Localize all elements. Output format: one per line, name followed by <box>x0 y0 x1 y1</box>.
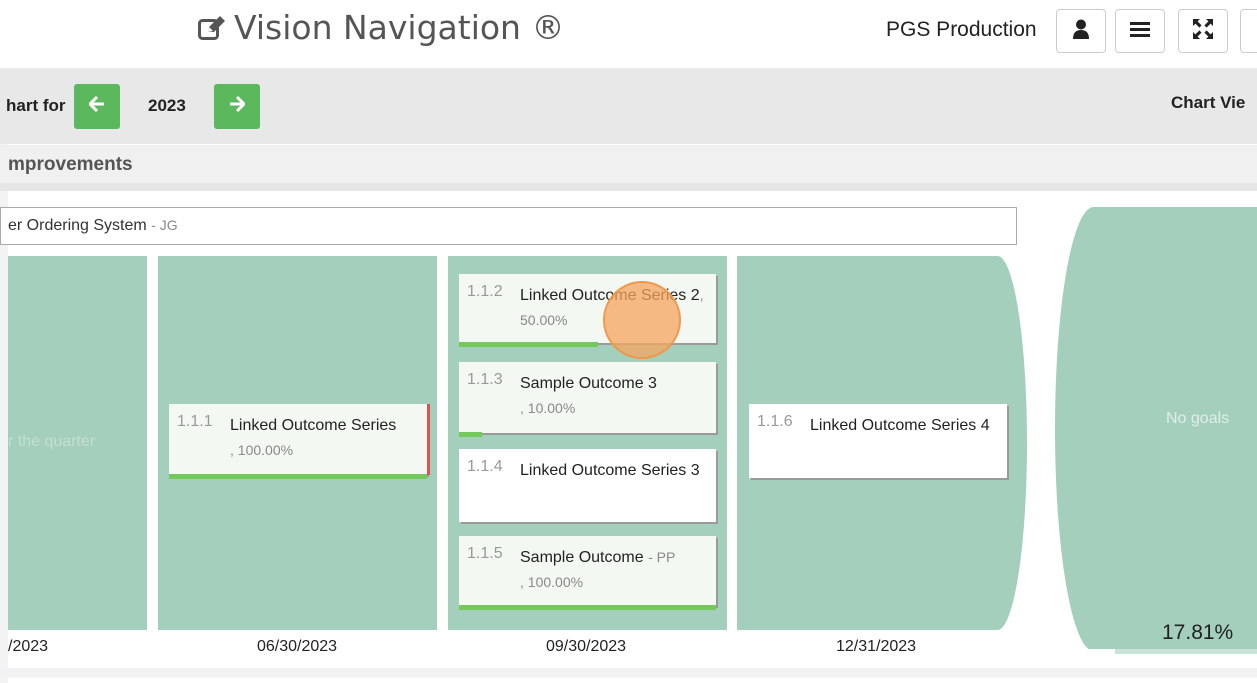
footer-divider <box>0 668 1257 678</box>
chart-view-label[interactable]: Chart Vie <box>1171 93 1245 113</box>
quarter-date: 06/30/2023 <box>257 638 338 655</box>
outcome-title: Linked Outcome Series , 100.00% <box>230 413 420 463</box>
status-flag <box>427 404 430 475</box>
app-title-text: Vision Navigation ® <box>234 8 565 47</box>
extra-button[interactable] <box>1240 9 1257 53</box>
empty-quarter-text: r the quarter <box>8 433 96 450</box>
outcome-percent: , 100.00% <box>230 442 294 458</box>
goal-owner: - JG <box>151 217 178 233</box>
menu-button[interactable] <box>1115 9 1165 53</box>
section-header <box>0 145 1257 183</box>
goal-title-text: er Ordering System <box>8 217 147 234</box>
outcome-owner: - PP <box>648 549 676 565</box>
next-year-button[interactable] <box>214 84 260 129</box>
outcome-title: Sample Outcome - PP , 100.00% <box>520 545 710 595</box>
progress-bar <box>169 474 427 479</box>
section-title[interactable]: mprovements <box>8 154 133 176</box>
quarter-date: 12/31/2023 <box>836 638 917 655</box>
progress-bar <box>459 432 483 437</box>
edit-icon <box>198 11 226 50</box>
progress-bar <box>459 605 716 610</box>
fullscreen-button[interactable] <box>1178 9 1228 53</box>
year-label: 2023 <box>148 96 186 115</box>
outcome-number: 1.1.6 <box>757 413 793 430</box>
outcome-title-text: Sample Outcome 3 <box>520 375 657 392</box>
goal-title[interactable]: er Ordering System - JG <box>8 217 178 235</box>
summary-column <box>1055 207 1257 651</box>
chart-for-label: hart for <box>6 96 66 115</box>
outcome-title: Linked Outcome Series 3 <box>520 462 700 479</box>
outcome-number: 1.1.1 <box>177 413 213 430</box>
quarter-date: 09/30/2023 <box>546 638 627 655</box>
fullscreen-icon <box>1193 18 1213 44</box>
total-percent: 17.81% <box>1162 621 1234 644</box>
outcome-title-text: Sample Outcome <box>520 549 644 566</box>
outcome-title: Linked Outcome Series 4 <box>810 417 990 434</box>
outcome-card[interactable]: 1.1.6 Linked Outcome Series 4 <box>749 404 1007 478</box>
outcome-card[interactable]: 1.1.3 Sample Outcome 3 , 10.00% <box>459 362 716 437</box>
outcome-number: 1.1.2 <box>467 283 503 300</box>
progress-bar <box>459 342 598 347</box>
outcome-number: 1.1.3 <box>467 371 503 388</box>
previous-year-button[interactable] <box>74 84 120 129</box>
quarter-date: /2023 <box>8 638 49 655</box>
no-goals-text: No goals <box>1166 410 1230 427</box>
outcome-card[interactable]: 1.1.4 Linked Outcome Series 3 <box>459 449 716 522</box>
summary-progress-fill <box>1068 649 1115 654</box>
outcome-percent: , 10.00% <box>520 400 576 416</box>
outcome-card[interactable]: 1.1.1 Linked Outcome Series , 100.00% <box>169 404 430 479</box>
menu-icon <box>1130 21 1150 42</box>
user-icon <box>1072 19 1090 44</box>
user-button[interactable] <box>1056 9 1106 53</box>
chart-toolbar <box>0 68 1257 144</box>
click-indicator <box>603 281 681 359</box>
org-name[interactable]: PGS Production <box>886 18 1037 42</box>
outcome-number: 1.1.5 <box>467 545 503 562</box>
arrow-right-icon <box>229 95 247 117</box>
outcome-percent: , 100.00% <box>520 574 584 590</box>
outcome-card[interactable]: 1.1.5 Sample Outcome - PP , 100.00% <box>459 536 716 610</box>
outcome-number: 1.1.4 <box>467 458 503 475</box>
section-divider <box>0 183 1257 191</box>
arrow-left-icon <box>87 95 105 117</box>
outcome-title-text: Linked Outcome Series <box>230 417 397 434</box>
outcome-title: Sample Outcome 3 , 10.00% <box>520 371 710 421</box>
app-title: Vision Navigation ® <box>198 8 564 50</box>
